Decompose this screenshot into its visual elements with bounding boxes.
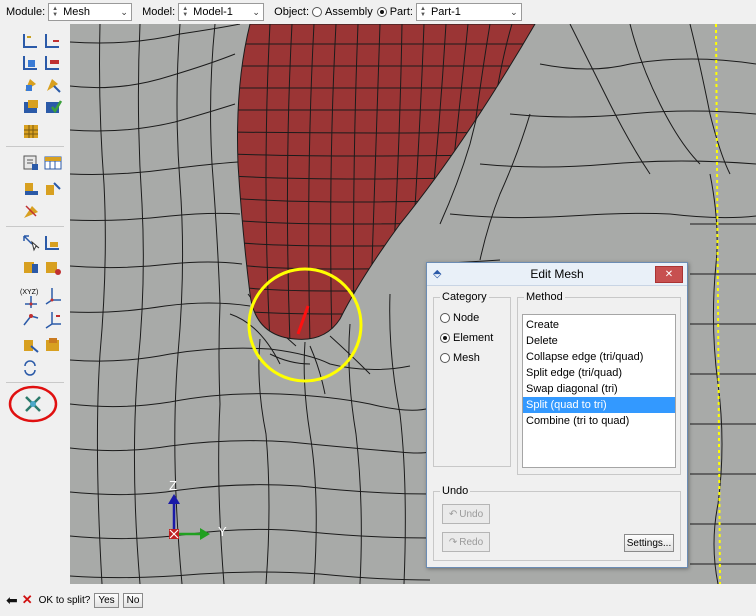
back-arrow-icon[interactable]: ⬅ — [6, 592, 18, 609]
verify-mesh-icon — [46, 100, 63, 114]
toolbox: (XYZ) — [0, 24, 70, 584]
spin-icon: ▲ ▼ — [182, 6, 189, 18]
assembly-radio[interactable]: Assembly — [312, 6, 373, 18]
no-button[interactable]: No — [122, 592, 144, 608]
radio-icon — [440, 353, 450, 363]
method-item-split-quad[interactable]: Split (quad to tri) — [523, 397, 675, 413]
mesh-controls-icon — [25, 79, 36, 91]
redo-button-label: Redo — [459, 536, 484, 548]
radio-icon — [440, 313, 450, 323]
part-radio[interactable]: Part: — [376, 6, 413, 18]
cancel-x-icon[interactable]: ✕ — [22, 592, 33, 608]
chevron-down-icon[interactable]: ⌄ — [505, 4, 521, 20]
redo-icon: ↷ — [448, 536, 458, 548]
category-label: Category — [440, 291, 489, 303]
undo-button[interactable]: ↶ Undo — [442, 504, 490, 524]
radio-selected-icon — [376, 7, 387, 17]
delete-edge-seed-icon — [45, 56, 59, 70]
edit-node-icon — [45, 312, 61, 329]
module-combo[interactable]: ▲ ▼ Mesh ⌄ — [48, 3, 133, 21]
chevron-down-icon[interactable]: ⌄ — [248, 4, 263, 20]
adaptive-remesh-icon — [24, 360, 36, 376]
open-part-icon — [46, 338, 59, 351]
module-value: Mesh — [63, 6, 91, 18]
module-label: Module: — [6, 6, 46, 18]
method-item-create[interactable]: Create — [523, 317, 675, 333]
virtual-topology-icon — [24, 205, 38, 218]
toolbox-icons: (XYZ) — [6, 34, 64, 423]
radio-icon — [312, 7, 323, 17]
category-element-radio[interactable]: Element — [440, 332, 493, 344]
edit-face-icon — [46, 262, 61, 275]
method-item-combine[interactable]: Combine (tri to quad) — [523, 413, 675, 429]
spin-icon: ▲ ▼ — [419, 6, 426, 18]
undo-button-label: Undo — [459, 508, 484, 520]
axis-node-icon — [45, 288, 61, 305]
prompt-bar: ⬅ ✕ OK to split? Yes No — [0, 584, 756, 616]
delete-seed-icon — [23, 56, 37, 70]
undo-group-label: Undo — [440, 485, 471, 497]
mesh-edit-part-icon — [24, 340, 39, 353]
query-select-icon — [23, 235, 40, 252]
assign-stack-icon — [24, 125, 38, 138]
method-item-split-edge[interactable]: Split edge (tri/quad) — [523, 365, 675, 381]
model-value: Model-1 — [193, 6, 233, 18]
part-label: Part: — [389, 6, 413, 18]
axis-y-label: Y — [218, 524, 227, 539]
category-group: Category Node Element Mesh — [433, 291, 511, 467]
edit-mesh-dialog: ⬘ Edit Mesh ✕ Category Node Element Mesh… — [426, 262, 688, 568]
method-item-delete[interactable]: Delete — [523, 333, 675, 349]
object-label: Object: — [274, 6, 310, 18]
assembly-label: Assembly — [325, 6, 373, 18]
method-item-collapse-edge[interactable]: Collapse edge (tri/quad) — [523, 349, 675, 365]
dialog-title: Edit Mesh — [530, 267, 584, 281]
category-mesh-label: Mesh — [453, 352, 480, 364]
partition-icon — [23, 155, 38, 170]
table-icon — [44, 156, 62, 170]
repair-icon — [45, 236, 59, 250]
chevron-down-icon[interactable]: ⌄ — [116, 4, 131, 20]
create-node-icon — [25, 296, 37, 308]
model-label: Model: — [142, 6, 176, 18]
method-group: Method Create Delete Collapse edge (tri/… — [517, 291, 681, 475]
category-element-label: Element — [453, 332, 494, 344]
category-node-radio[interactable]: Node — [440, 312, 479, 324]
partition-face-icon — [25, 183, 38, 195]
close-icon[interactable]: ✕ — [655, 266, 683, 283]
part-combo[interactable]: ▲ ▼ Part-1 ⌄ — [415, 3, 522, 21]
edit-geometry-icon — [24, 262, 38, 273]
method-label: Method — [524, 291, 565, 303]
undo-group: Undo ↶ Undo ↷ Redo Settings... — [433, 485, 681, 561]
project-node-icon — [23, 314, 39, 326]
edit-mesh-icon — [25, 396, 41, 412]
mesh-part-icon — [24, 100, 38, 113]
model-combo[interactable]: ▲ ▼ Model-1 ⌄ — [178, 3, 265, 21]
method-item-swap-diagonal[interactable]: Swap diagonal (tri) — [523, 381, 675, 397]
element-type-icon — [47, 79, 61, 93]
redo-button[interactable]: ↷ Redo — [442, 532, 490, 552]
axis-z-label: Z — [169, 478, 177, 493]
dialog-titlebar[interactable]: ⬘ Edit Mesh ✕ — [427, 263, 687, 286]
seed-edge-icon — [45, 34, 59, 48]
category-node-label: Node — [453, 312, 480, 324]
category-mesh-radio[interactable]: Mesh — [440, 352, 480, 364]
seed-part-icon — [23, 34, 37, 48]
radio-selected-icon — [440, 333, 450, 343]
method-list[interactable]: Create Delete Collapse edge (tri/quad) S… — [522, 314, 676, 468]
xyz-label-text: (XYZ) — [20, 289, 38, 296]
context-bar: Module: ▲ ▼ Mesh ⌄ Model: ▲ ▼ Model-1 ⌄ Ob… — [0, 0, 756, 24]
yes-button[interactable]: Yes — [94, 592, 119, 608]
spin-icon: ▲ ▼ — [52, 6, 59, 18]
prompt-text: OK to split? — [38, 594, 91, 606]
partition-cell-icon — [46, 182, 61, 195]
undo-icon: ↶ — [448, 508, 458, 520]
part-value: Part-1 — [430, 6, 461, 18]
settings-button[interactable]: Settings... — [624, 534, 674, 552]
